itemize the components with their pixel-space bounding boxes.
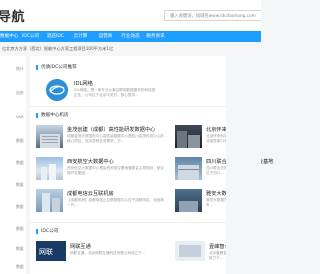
globe-icon	[46, 79, 68, 101]
svg-text:网联: 网联	[39, 247, 53, 256]
section-marker	[36, 112, 38, 118]
section-title-featured: 优质IDC公司推荐	[36, 64, 77, 70]
company-name[interactable]: IDL网络	[74, 80, 93, 87]
datacenter-thumb[interactable]	[36, 125, 63, 148]
nav-item-news[interactable]: 行业动态	[118, 31, 143, 42]
datacenter-thumb[interactable]	[36, 189, 63, 212]
company-banner-image	[179, 245, 201, 257]
nav-item-cloud[interactable]: 云计算	[68, 31, 93, 42]
section-marker	[36, 64, 38, 70]
company-desc: IDL网络，是一家专业从事互联网数据服务的科技型企业，公司位于北京中关村，核心提…	[74, 88, 156, 97]
building-image	[177, 131, 200, 148]
site-logo[interactable]: 导航	[0, 6, 25, 25]
datacenter-thumb[interactable]	[175, 157, 202, 180]
company-logo[interactable]	[46, 79, 68, 101]
sidebar-item[interactable]: 数据	[0, 264, 26, 274]
section-title-idc: IDC公司	[36, 228, 58, 234]
section-title-datacenters: 数据中心机房	[36, 112, 69, 118]
datacenter-thumb[interactable]	[175, 189, 202, 212]
building-image	[179, 201, 198, 212]
nav-item-idc[interactable]: IDC公司	[18, 31, 43, 42]
building-image	[42, 193, 60, 212]
company-banner-image: 网联	[39, 247, 53, 256]
datacenter-thumb[interactable]	[175, 125, 202, 148]
sidebar-item[interactable]: 自由	[0, 90, 26, 100]
building-image	[178, 165, 199, 180]
top-header: 导航 输入关键词，如域名www.idcdaohang.com	[0, 0, 261, 30]
sidebar-item[interactable]: 数据	[0, 204, 26, 214]
building-image	[41, 164, 56, 180]
datacenter-desc: 成都金茂天府国际中心高性能数据中心是四川金茂科技中心的核心项目，支持多种业务需求…	[67, 134, 165, 143]
nav-item-service[interactable]: 服务资讯	[143, 31, 168, 42]
sidebar-item[interactable]: 数据	[0, 182, 26, 192]
datacenter-name[interactable]: 西安航空大数据中心	[67, 158, 114, 165]
idc-company-logo[interactable]	[175, 241, 205, 261]
sidebar-item[interactable]: 数据	[0, 226, 26, 236]
right-column	[226, 56, 261, 274]
idc-company-logo[interactable]: 网联	[36, 241, 66, 261]
nav-item-datacenter[interactable]: 数据中心机房	[0, 31, 18, 42]
datacenter-desc: 西安航空大数据中心是由西安航空基地管委会主导规划，航空城开发集团...	[67, 166, 165, 175]
datacenter-name[interactable]: 成都电信云互联机房	[67, 190, 114, 197]
sidebar-item[interactable]: 统计	[0, 66, 26, 76]
idc-company-desc: 网联互通，北京网联互通科技有限公司成立于...	[70, 251, 146, 255]
main-nav: 数据中心机房 IDC公司 酒店IDC 云计算 运营商 行业动态 服务资讯	[0, 31, 261, 42]
section-marker	[36, 228, 38, 234]
sidebar-item[interactable]: 数据	[0, 246, 26, 256]
notice-bar[interactable]: 亿北京方方家（西北）智能中心方家工程项目100平方米1亿	[0, 44, 261, 54]
left-sidebar: 统计 自由 VAR 数据 数据 数据 数据 数据 数据 数据	[0, 56, 26, 274]
nav-item-hotel-idc[interactable]: 酒店IDC	[43, 31, 68, 42]
datacenter-thumb[interactable]	[36, 157, 63, 180]
building-image	[40, 134, 60, 148]
sidebar-item[interactable]: 数据	[0, 138, 26, 148]
datacenter-name[interactable]: 金茂创建（成都）高性能研发数据中心	[67, 126, 155, 133]
nav-item-operator[interactable]: 运营商	[93, 31, 118, 42]
sidebar-item[interactable]: 数据	[0, 160, 26, 170]
datacenter-desc: 【成都机房】成都电信云互联数据中心位于成都市区，电信新一代...	[67, 198, 165, 207]
sidebar-item[interactable]: VAR	[0, 114, 26, 124]
search-input[interactable]: 输入关键词，如域名www.idcdaohang.com	[164, 10, 261, 21]
idc-company-name[interactable]: 网联互通	[70, 243, 91, 250]
